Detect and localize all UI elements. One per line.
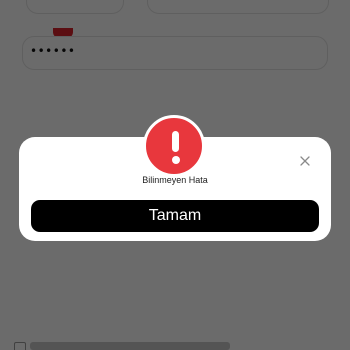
exclamation-icon: [143, 115, 205, 177]
dialog-message: Bilinmeyen Hata: [142, 175, 208, 185]
close-icon: [300, 156, 310, 166]
ok-button[interactable]: Tamam: [31, 200, 319, 232]
screen: •••••• Bilinmeyen Hata Tamam: [0, 0, 350, 350]
exclamation-bar: [172, 131, 179, 152]
exclamation-dot: [171, 156, 180, 164]
close-button[interactable]: [297, 153, 313, 169]
